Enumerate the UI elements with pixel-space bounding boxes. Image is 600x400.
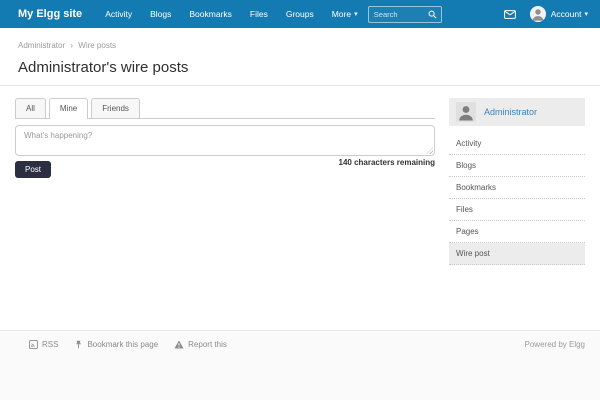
- tab-all[interactable]: All: [15, 98, 46, 118]
- pin-icon: [74, 340, 83, 349]
- tab-friends[interactable]: Friends: [91, 98, 140, 118]
- breadcrumb-administrator[interactable]: Administrator: [18, 41, 65, 50]
- nav-item-activity[interactable]: Activity: [96, 9, 141, 19]
- nav-item-label: More: [332, 9, 351, 19]
- sidebar-item-files[interactable]: Files: [449, 199, 585, 221]
- nav-item-label: Files: [250, 9, 268, 19]
- post-button[interactable]: Post: [15, 161, 51, 178]
- footer-link-label: Bookmark this page: [87, 340, 158, 349]
- sidebar-item-blogs[interactable]: Blogs: [449, 155, 585, 177]
- sidebar: Administrator Activity Blogs Bookmarks F…: [449, 98, 585, 265]
- sidebar-item-wire-post[interactable]: Wire post: [449, 243, 585, 265]
- breadcrumb-separator: ›: [70, 41, 73, 50]
- breadcrumb: Administrator › Wire posts: [18, 41, 582, 50]
- nav-item-more[interactable]: More ▾: [323, 9, 367, 19]
- rss-icon: [29, 340, 38, 349]
- owner-block: Administrator: [449, 98, 585, 126]
- tab-label: Mine: [60, 104, 77, 113]
- sidebar-menu: Activity Blogs Bookmarks Files Pages Wir…: [449, 133, 585, 265]
- page-title: Administrator's wire posts: [18, 59, 582, 76]
- warning-icon: [174, 340, 184, 349]
- nav-item-label: Blogs: [150, 9, 171, 19]
- sidebar-item-label: Files: [456, 205, 473, 214]
- composer-actions: Post 140 characters remaining: [15, 158, 435, 178]
- footer-link-label: Report this: [188, 340, 227, 349]
- nav-item-label: Groups: [286, 9, 314, 19]
- top-navbar: My Elgg site Activity Blogs Bookmarks Fi…: [0, 0, 600, 28]
- nav-item-label: Bookmarks: [189, 9, 232, 19]
- sidebar-item-label: Bookmarks: [456, 183, 496, 192]
- owner-avatar[interactable]: [456, 102, 476, 122]
- nav-item-label: Activity: [105, 9, 132, 19]
- search-box[interactable]: [368, 6, 442, 23]
- account-menu[interactable]: Account ▾: [551, 9, 588, 19]
- nav-item-blogs[interactable]: Blogs: [141, 9, 180, 19]
- account-avatar[interactable]: [530, 6, 546, 22]
- content-area: All Mine Friends Post 140 characters rem…: [0, 86, 600, 265]
- footer-link-label: RSS: [42, 340, 58, 349]
- sidebar-item-activity[interactable]: Activity: [449, 133, 585, 155]
- footer-row: RSS Bookmark this page Report this Po: [15, 340, 585, 349]
- sidebar-item-pages[interactable]: Pages: [449, 221, 585, 243]
- account-label: Account: [551, 9, 582, 19]
- page-footer: RSS Bookmark this page Report this Po: [0, 330, 600, 400]
- site-logo[interactable]: My Elgg site: [18, 8, 82, 20]
- rss-link[interactable]: RSS: [29, 340, 58, 349]
- breadcrumb-wire-posts: Wire posts: [78, 41, 116, 50]
- nav-item-groups[interactable]: Groups: [277, 9, 323, 19]
- report-this-link[interactable]: Report this: [174, 340, 227, 349]
- sidebar-item-bookmarks[interactable]: Bookmarks: [449, 177, 585, 199]
- nav-item-bookmarks[interactable]: Bookmarks: [180, 9, 241, 19]
- sidebar-item-label: Pages: [456, 227, 479, 236]
- tab-label: All: [26, 104, 35, 113]
- sidebar-item-label: Wire post: [456, 249, 490, 258]
- wire-composer: [15, 125, 435, 156]
- sidebar-item-label: Blogs: [456, 161, 476, 170]
- messages-envelope-icon[interactable]: [504, 10, 516, 19]
- main-column: All Mine Friends Post 140 characters rem…: [15, 98, 435, 265]
- tab-mine[interactable]: Mine: [49, 98, 88, 119]
- page-header: Administrator › Wire posts Administrator…: [0, 28, 600, 86]
- content-spacer: [0, 265, 600, 330]
- powered-by-elgg[interactable]: Powered by Elgg: [525, 340, 585, 349]
- wire-filter-tabs: All Mine Friends: [15, 98, 435, 119]
- search-input[interactable]: [374, 10, 428, 19]
- characters-remaining: 140 characters remaining: [339, 158, 436, 167]
- bookmark-this-page-link[interactable]: Bookmark this page: [74, 340, 158, 349]
- chevron-down-icon: ▾: [584, 11, 588, 18]
- wire-message-input[interactable]: [15, 125, 435, 156]
- search-icon[interactable]: [428, 10, 437, 19]
- chevron-down-icon: ▾: [354, 11, 358, 18]
- owner-name-link[interactable]: Administrator: [484, 107, 537, 117]
- sidebar-item-label: Activity: [456, 139, 481, 148]
- tab-label: Friends: [102, 104, 129, 113]
- nav-item-files[interactable]: Files: [241, 9, 277, 19]
